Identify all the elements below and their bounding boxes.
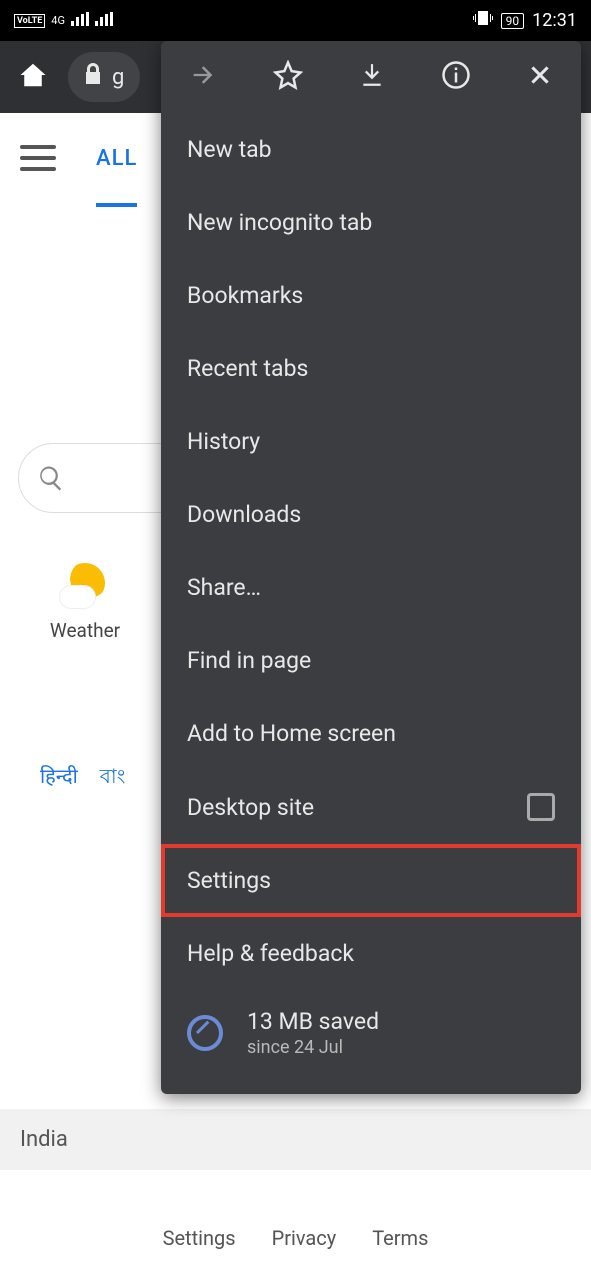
hamburger-icon[interactable] xyxy=(20,145,56,171)
lang-hindi[interactable]: हिन्दी xyxy=(40,762,78,795)
info-icon[interactable] xyxy=(441,60,471,94)
menu-history[interactable]: History xyxy=(161,405,581,478)
menu-downloads[interactable]: Downloads xyxy=(161,478,581,551)
footer-terms[interactable]: Terms xyxy=(372,1226,428,1250)
status-bar: VoLTE 4G 90 12:31 xyxy=(0,0,591,41)
clock: 12:31 xyxy=(532,10,577,31)
vibrate-icon xyxy=(473,9,493,32)
url-text: g xyxy=(112,65,124,90)
menu-data-saver[interactable]: 13 MB saved since 24 Jul xyxy=(161,990,581,1076)
search-icon xyxy=(37,464,65,492)
desktop-site-checkbox[interactable] xyxy=(527,793,555,821)
footer-privacy[interactable]: Privacy xyxy=(272,1226,337,1250)
lock-icon xyxy=(84,63,102,91)
footer-links: Settings Privacy Terms xyxy=(0,1226,591,1250)
menu-help[interactable]: Help & feedback xyxy=(161,917,581,990)
menu-new-incognito[interactable]: New incognito tab xyxy=(161,186,581,259)
weather-icon xyxy=(65,563,105,603)
menu-share[interactable]: Share… xyxy=(161,551,581,624)
signal-icon xyxy=(71,10,89,31)
data-saver-subtitle: since 24 Jul xyxy=(247,1037,379,1058)
url-bar[interactable]: g xyxy=(68,52,140,102)
data-saver-icon xyxy=(187,1015,223,1051)
home-icon[interactable] xyxy=(18,60,48,94)
data-saver-title: 13 MB saved xyxy=(247,1008,379,1035)
star-icon[interactable] xyxy=(273,60,303,94)
close-icon[interactable] xyxy=(527,62,553,92)
signal-icon-2 xyxy=(95,10,113,31)
menu-desktop-site[interactable]: Desktop site xyxy=(161,770,581,844)
volte-icon: VoLTE xyxy=(14,14,45,28)
weather-shortcut[interactable]: Weather xyxy=(30,563,140,642)
location-label: India xyxy=(0,1109,591,1170)
battery-indicator: 90 xyxy=(501,13,525,29)
lang-bengali[interactable]: বাং xyxy=(100,762,126,795)
network-indicator: 4G xyxy=(51,14,65,27)
weather-label: Weather xyxy=(30,619,140,642)
menu-add-home[interactable]: Add to Home screen xyxy=(161,697,581,770)
tab-all[interactable]: ALL xyxy=(96,146,137,207)
menu-new-tab[interactable]: New tab xyxy=(161,113,581,186)
overflow-menu: New tab New incognito tab Bookmarks Rece… xyxy=(161,41,581,1094)
menu-settings[interactable]: Settings xyxy=(161,844,581,917)
footer-settings[interactable]: Settings xyxy=(163,1226,236,1250)
menu-bookmarks[interactable]: Bookmarks xyxy=(161,259,581,332)
menu-recent-tabs[interactable]: Recent tabs xyxy=(161,332,581,405)
menu-find-in-page[interactable]: Find in page xyxy=(161,624,581,697)
download-icon[interactable] xyxy=(359,61,385,93)
forward-icon[interactable] xyxy=(189,61,217,93)
